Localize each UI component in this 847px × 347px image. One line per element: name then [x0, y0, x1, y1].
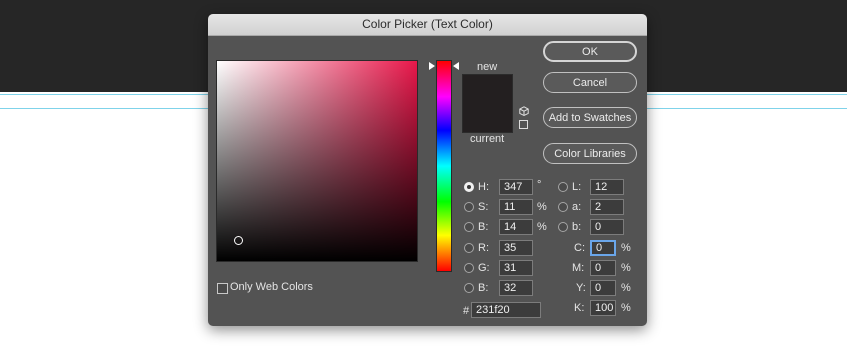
hue-label: H: — [478, 181, 489, 193]
saturation-label: S: — [478, 201, 489, 213]
hue-input[interactable] — [499, 179, 533, 195]
lightness-input[interactable] — [590, 179, 624, 195]
magenta-input[interactable] — [590, 260, 616, 276]
magenta-label: M: — [572, 262, 585, 274]
add-to-swatches-button[interactable]: Add to Swatches — [543, 107, 637, 128]
green-label: G: — [478, 262, 490, 274]
red-input[interactable] — [499, 240, 533, 256]
ok-button[interactable]: OK — [543, 41, 637, 62]
percent-unit: % — [621, 282, 631, 294]
color-preview-swatch — [462, 74, 513, 133]
b-channel-label: b: — [572, 221, 582, 233]
percent-unit: % — [537, 201, 547, 213]
color-libraries-button[interactable]: Color Libraries — [543, 143, 637, 164]
saturation-input[interactable] — [499, 199, 533, 215]
red-radio[interactable] — [464, 243, 474, 253]
lightness-label: L: — [572, 181, 582, 193]
blue-radio[interactable] — [464, 283, 474, 293]
dialog-title: Color Picker (Text Color) — [208, 14, 647, 36]
brightness-label: B: — [478, 221, 489, 233]
a-channel-label: a: — [572, 201, 582, 213]
cancel-button[interactable]: Cancel — [543, 72, 637, 93]
key-black-input[interactable] — [590, 300, 616, 316]
a-channel-radio[interactable] — [558, 202, 568, 212]
hue-slider-arrow-right[interactable] — [453, 62, 459, 70]
lightness-radio[interactable] — [558, 182, 568, 192]
blue-label: B: — [478, 282, 489, 294]
red-label: R: — [478, 242, 489, 254]
hex-input[interactable] — [471, 302, 541, 318]
current-label: current — [470, 133, 505, 145]
brightness-radio[interactable] — [464, 222, 474, 232]
color-picker-dialog: Color Picker (Text Color) Only Web Color… — [208, 14, 647, 326]
color-field[interactable] — [216, 60, 418, 262]
key-black-label: K: — [574, 302, 585, 314]
only-web-colors-checkbox[interactable] — [217, 283, 228, 294]
color-field-marker[interactable] — [234, 236, 243, 245]
percent-unit: % — [537, 221, 547, 233]
percent-unit: % — [621, 242, 631, 254]
cyan-input[interactable] — [590, 240, 616, 256]
a-channel-input[interactable] — [590, 199, 624, 215]
web-safe-square-icon[interactable] — [519, 120, 528, 129]
percent-unit: % — [621, 302, 631, 314]
percent-unit: % — [621, 262, 631, 274]
cube-icon[interactable] — [519, 106, 529, 116]
hue-slider-arrow-left[interactable] — [429, 62, 435, 70]
b-channel-input[interactable] — [590, 219, 624, 235]
yellow-input[interactable] — [590, 280, 616, 296]
hex-label: # — [463, 305, 470, 317]
only-web-colors-label: Only Web Colors — [230, 281, 313, 293]
degree-unit: ° — [537, 179, 542, 191]
cyan-label: C: — [574, 242, 585, 254]
green-input[interactable] — [499, 260, 533, 276]
b-channel-radio[interactable] — [558, 222, 568, 232]
new-label: new — [477, 61, 498, 73]
brightness-input[interactable] — [499, 219, 533, 235]
hue-slider[interactable] — [436, 60, 452, 272]
green-radio[interactable] — [464, 263, 474, 273]
saturation-radio[interactable] — [464, 202, 474, 212]
blue-input[interactable] — [499, 280, 533, 296]
yellow-label: Y: — [576, 282, 586, 294]
hue-radio[interactable] — [464, 182, 474, 192]
